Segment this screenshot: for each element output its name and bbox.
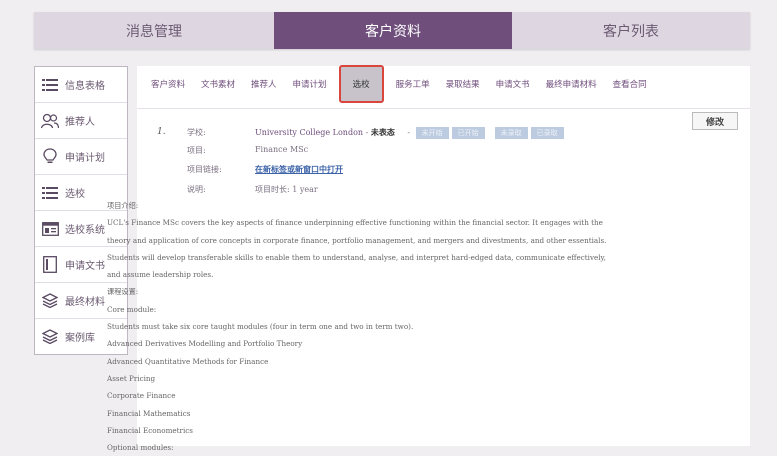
sidebar-item-label: 案例库	[65, 333, 95, 344]
desc-line: theory and application of core concepts …	[107, 235, 607, 245]
subtab-final-materials[interactable]: 最终申请材料	[538, 66, 605, 102]
sub-tabs: 客户资料 文书素材 推荐人 申请计划 选校 服务工单 录取结果 申请文书 最终申…	[143, 65, 655, 103]
open-link[interactable]: 在新标签或新窗口中打开	[255, 164, 343, 174]
desc-line: Optional modules:	[107, 443, 174, 453]
program-value: Finance MSc	[255, 145, 309, 154]
tab-client-list[interactable]: 客户列表	[512, 12, 750, 49]
list-icon	[41, 184, 59, 202]
desc-line: Financial Econometrics	[107, 425, 193, 435]
link-label: 项目链接:	[187, 165, 222, 174]
top-nav: 消息管理 客户资料 客户列表	[34, 12, 750, 49]
desc-line: Financial Mathematics	[107, 408, 191, 418]
program-label: 项目:	[187, 146, 206, 155]
desc-line: 课程设置:	[107, 287, 139, 297]
sidebar-item-application-plan[interactable]: 申请计划	[35, 139, 127, 175]
subtab-school-selection[interactable]: 选校	[338, 65, 384, 103]
status-undecided: 未表态	[370, 127, 395, 137]
desc-line: 项目介绍:	[107, 201, 139, 210]
desc-line: Corporate Finance	[107, 391, 176, 401]
desc-line: Advanced Quantitative Methods for Financ…	[107, 356, 269, 366]
subtab-application-plan[interactable]: 申请计划	[285, 66, 335, 102]
status-dash: -	[407, 128, 411, 137]
users-icon	[41, 112, 59, 130]
subtab-client-profile[interactable]: 客户资料	[143, 66, 193, 102]
desc-line: Advanced Derivatives Modelling and Portf…	[107, 339, 303, 349]
edit-button[interactable]: 修改	[692, 112, 738, 130]
sidebar-item-label: 信息表格	[65, 81, 105, 92]
status-chip-started[interactable]: 已开始	[451, 127, 485, 139]
desc-line: and assume leadership roles.	[107, 270, 214, 280]
status-chip-admitted[interactable]: 已录取	[530, 127, 564, 139]
subtab-application-docs[interactable]: 申请文书	[488, 66, 538, 102]
school-name[interactable]: University College London	[255, 128, 363, 137]
sidebar-item-label: 申请文书	[65, 261, 105, 272]
note-label: 说明:	[187, 185, 206, 194]
layers-icon	[41, 292, 59, 310]
subtab-doc-materials[interactable]: 文书素材	[193, 66, 243, 102]
subtab-recommender[interactable]: 推荐人	[243, 66, 285, 102]
sidebar-item-label: 最终材料	[65, 297, 105, 308]
tab-client-profile[interactable]: 客户资料	[274, 12, 512, 49]
desc-line: Asset Pricing	[107, 373, 156, 383]
desc-line: UCL's Finance MSc covers the key aspects…	[107, 218, 603, 228]
subtab-service-tickets[interactable]: 服务工单	[388, 66, 438, 102]
subtab-view-contract[interactable]: 查看合同	[605, 66, 655, 102]
desc-line: Students must take six core taught modul…	[107, 322, 414, 332]
sidebar-item-label: 选校系统	[65, 225, 105, 236]
bulb-icon	[41, 148, 59, 166]
duration-value: 项目时长: 1 year	[255, 185, 318, 194]
subtab-admission-results[interactable]: 录取结果	[438, 66, 488, 102]
school-value: University College London - 未表态 - 未开始 已开始…	[255, 127, 564, 139]
list-icon	[41, 76, 59, 94]
status-chip-not-started[interactable]: 未开始	[415, 127, 449, 139]
window-icon	[41, 220, 59, 238]
sidebar-item-label: 推荐人	[65, 117, 95, 128]
school-sep: -	[363, 128, 371, 137]
desc-line: Students will develop transferable skill…	[107, 252, 606, 262]
sidebar-item-info-form[interactable]: 信息表格	[35, 67, 127, 103]
desc-line: Core module:	[107, 304, 157, 314]
layers-icon	[41, 328, 59, 346]
record-number: 1.	[157, 127, 166, 137]
program-link[interactable]: 在新标签或新窗口中打开	[255, 164, 343, 175]
school-label: 学校:	[187, 128, 206, 137]
document-icon	[41, 256, 59, 274]
sidebar-item-label: 申请计划	[65, 153, 105, 164]
sidebar-item-label: 选校	[65, 189, 85, 200]
program-description: 项目介绍: UCL's Finance MSc covers the key a…	[107, 197, 612, 456]
divider	[137, 108, 750, 109]
status-chip-not-admitted[interactable]: 未录取	[494, 127, 528, 139]
tab-messages[interactable]: 消息管理	[34, 12, 274, 49]
sidebar-item-recommender[interactable]: 推荐人	[35, 103, 127, 139]
